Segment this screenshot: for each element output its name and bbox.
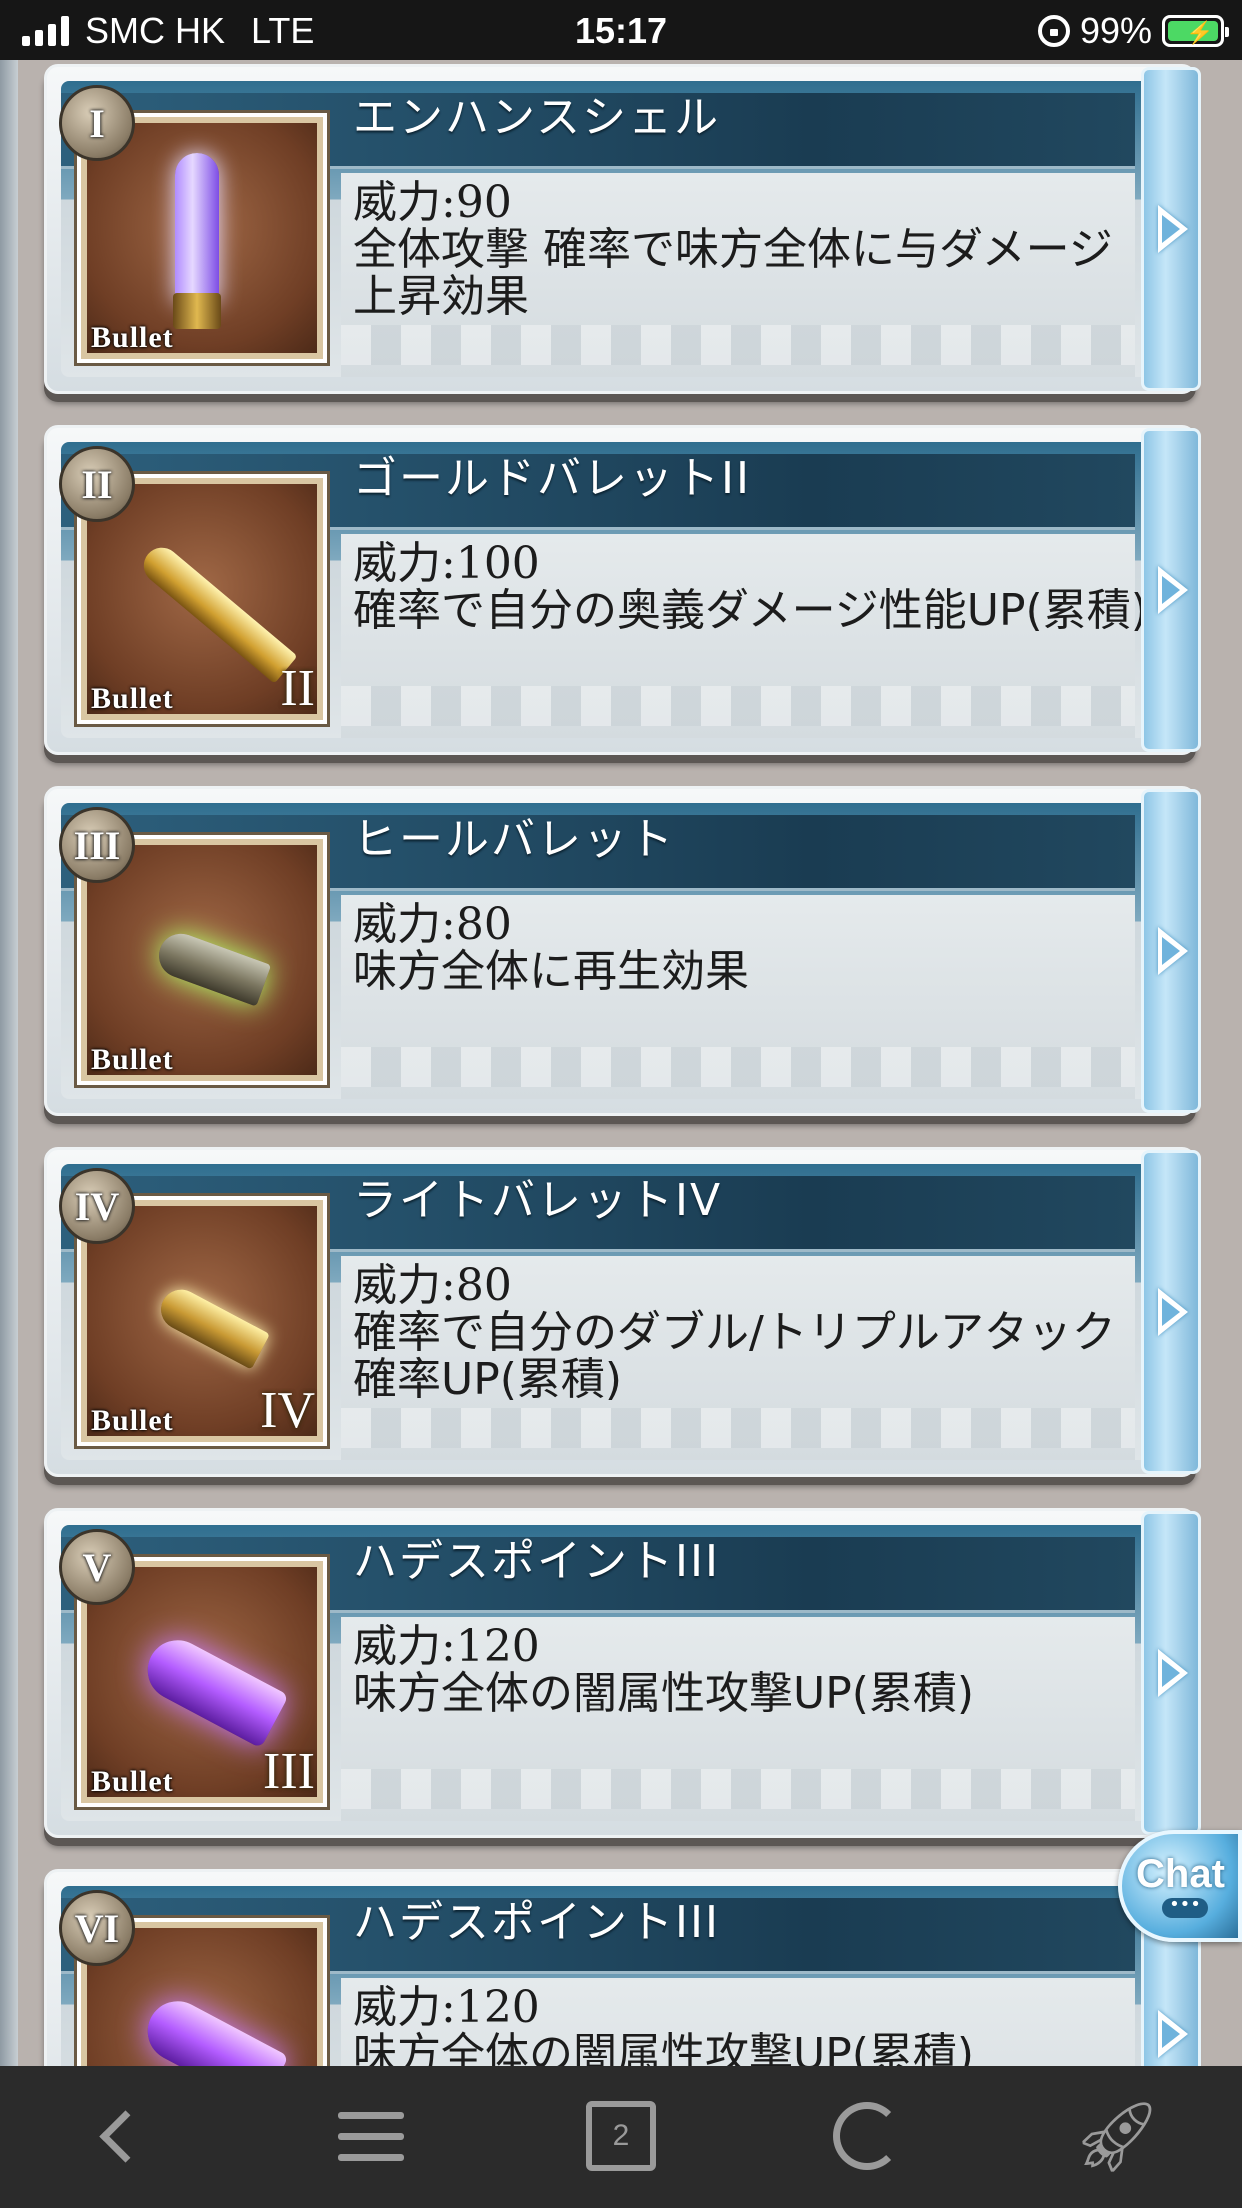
bullet-power: 威力:90 [353,177,512,228]
light-bullet-icon [154,1282,270,1370]
bullet-description: 威力:80 味方全体に再生効果 [353,901,1153,995]
browser-toolbar: 2 🚀︎ [0,2066,1242,2208]
bullet-name: ハデスポイントIII [353,1897,720,1948]
bullet-effect: 確率で自分のダブル/トリプルアタック確率UP(累積) [353,1307,1116,1405]
bullet-card[interactable]: ハデスポイントIII 威力:120 味方全体の闇属性攻撃UP(累積) Bulle… [44,1869,1201,2066]
tabs-button[interactable]: 2 [576,2096,666,2176]
bullet-name: ゴールドバレットII [353,453,751,504]
hades-bullet-icon [137,1990,289,2066]
bullet-card[interactable]: ハデスポイントIII 威力:120 味方全体の闇属性攻撃UP(累積) Bulle… [44,1508,1201,1838]
bullet-card[interactable]: ライトバレットIV 威力:80 確率で自分のダブル/トリプルアタック確率UP(累… [44,1147,1201,1477]
rocket-button[interactable]: 🚀︎ [1072,2094,1162,2177]
arrow-right-icon [1158,566,1188,614]
bullet-name: ライトバレットIV [353,1175,723,1226]
bullet-list: エンハンスシェル 威力:90 全体攻撃 確率で味方全体に与ダメージ上昇効果 Bu… [0,60,1242,2066]
bullet-card[interactable]: エンハンスシェル 威力:90 全体攻撃 確率で味方全体に与ダメージ上昇効果 Bu… [44,64,1201,394]
reload-button[interactable] [822,2096,912,2176]
detail-arrow-button[interactable] [1141,1150,1201,1474]
status-bar: SMC HK LTE 15:17 99% ⚡ [0,0,1242,60]
bullet-type-label: Bullet [91,321,174,354]
tabs-icon: 2 [586,2101,656,2171]
detail-arrow-button[interactable] [1141,789,1201,1113]
bullet-type-label: Bullet [91,682,174,715]
bullet-description: 威力:120 味方全体の闇属性攻撃UP(累積) [353,1623,1153,1717]
rotation-lock-icon [1037,15,1070,47]
bullet-effect: 味方全体に再生効果 [353,946,749,997]
bullet-art [87,845,317,1075]
bullet-power: 威力:100 [353,538,540,589]
bullet-description: 威力:80 確率で自分のダブル/トリプルアタック確率UP(累積) [353,1262,1153,1403]
arrow-right-icon [1158,927,1188,975]
bullet-type-label: Bullet [91,1765,174,1798]
bullet-effect: 味方全体の闇属性攻撃UP(累積) [353,2029,975,2066]
rank-mark: II [280,660,315,717]
bullet-type-label: Bullet [91,1043,174,1076]
slot-medallion: I [59,85,135,161]
chat-dots: ••• [1162,1896,1208,1918]
arrow-right-icon [1158,1288,1188,1336]
slot-number: V [82,1544,112,1590]
chat-button[interactable]: Chat ••• [1118,1830,1242,1942]
detail-arrow-button[interactable] [1141,1511,1201,1835]
bullet-description: 威力:100 確率で自分の奥義ダメージ性能UP(累積) [353,540,1153,634]
shell-bullet-icon [175,153,219,303]
bullet-type-label: Bullet [91,1404,174,1437]
slot-number: I [89,100,105,146]
bullet-description: 威力:120 味方全体の闇属性攻撃UP(累積) [353,1984,1153,2066]
battery-percent: 99% [1079,10,1152,51]
bullet-description: 威力:90 全体攻撃 確率で味方全体に与ダメージ上昇効果 [353,179,1153,320]
hamburger-icon[interactable] [326,2096,416,2176]
bullet-effect: 確率で自分の奥義ダメージ性能UP(累積) [353,585,1148,636]
shell-base [173,293,221,329]
heal-bullet-icon [152,927,272,1007]
arrow-right-icon [1158,2010,1188,2058]
rank-mark: IV [260,1382,315,1439]
slot-medallion: II [59,446,135,522]
reload-icon [833,2102,901,2170]
detail-arrow-button[interactable] [1141,428,1201,752]
bullet-card[interactable]: ヒールバレット 威力:80 味方全体に再生効果 Bullet III [44,786,1201,1116]
scroll-rail [0,60,18,2066]
bullet-name: エンハンスシェル [353,92,721,143]
arrow-right-icon [1158,1649,1188,1697]
bullet-effect: 味方全体の闇属性攻撃UP(累積) [353,1668,975,1719]
detail-arrow-button[interactable] [1141,67,1201,391]
hades-bullet-icon [137,1629,289,1749]
bullet-card[interactable]: ゴールドバレットII 威力:100 確率で自分の奥義ダメージ性能UP(累積) B… [44,425,1201,755]
slot-medallion: V [59,1529,135,1605]
tab-count: 2 [612,2119,630,2152]
bullet-effect: 全体攻撃 確率で味方全体に与ダメージ上昇効果 [353,224,1113,322]
chevron-left-icon[interactable] [80,2096,170,2176]
slot-number: II [81,461,113,507]
bullet-power: 威力:120 [353,1621,540,1672]
bullet-art [87,123,317,353]
slot-medallion: III [59,807,135,883]
slot-number: III [73,822,121,868]
slot-number: VI [74,1905,120,1951]
bullet-power: 威力:80 [353,899,512,950]
gold-bullet-icon [136,540,298,684]
bullet-power: 威力:80 [353,1260,512,1311]
arrow-right-icon [1158,205,1188,253]
slot-number: IV [74,1183,120,1229]
bullet-name: ハデスポイントIII [353,1536,720,1587]
bullet-name: ヒールバレット [353,814,675,865]
slot-medallion: IV [59,1168,135,1244]
slot-medallion: VI [59,1890,135,1966]
battery-icon: ⚡ [1162,15,1229,47]
chat-label: Chat [1136,1852,1225,1896]
rank-mark: III [263,1743,315,1800]
rocket-icon: 🚀︎ [1072,2094,1162,2177]
bullet-power: 威力:120 [353,1982,540,2033]
